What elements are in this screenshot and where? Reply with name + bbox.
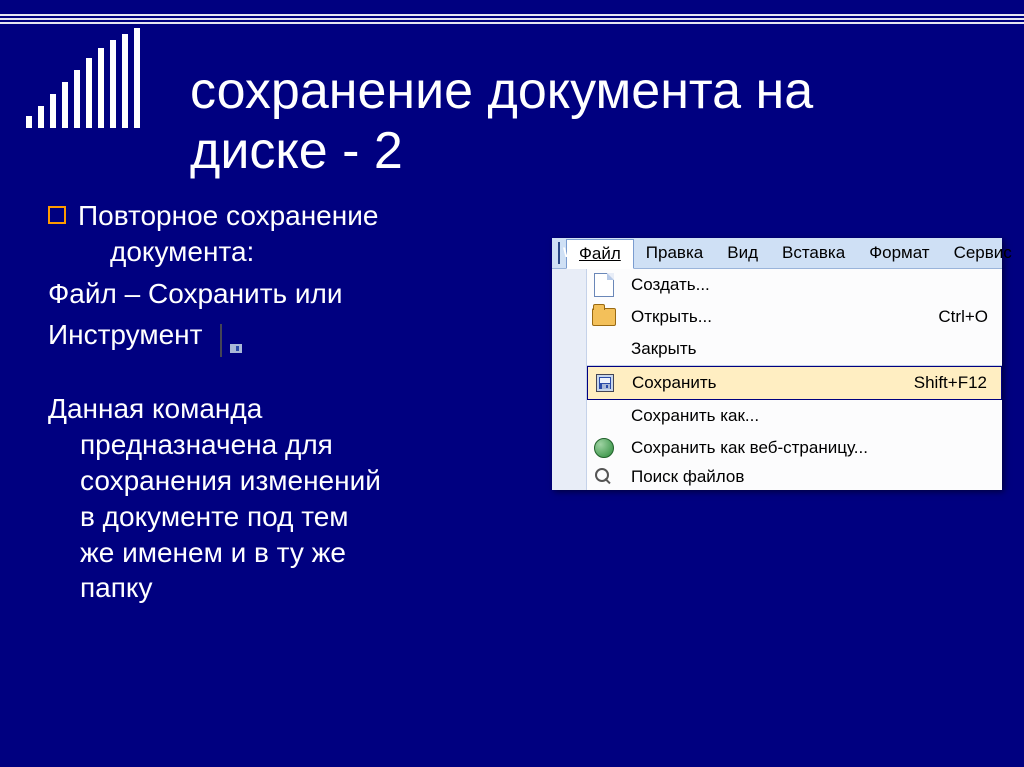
menu-item-open[interactable]: Открыть... Ctrl+O [587, 301, 1002, 333]
slide-body: Повторное сохранение документа: Файл – С… [48, 198, 538, 606]
menu-item-save-as[interactable]: Сохранить как... [587, 400, 1002, 432]
menubar-item-insert[interactable]: Вставка [770, 239, 857, 267]
paragraph-2-line-4: в документе под тем [48, 499, 538, 535]
menu-close-label: Закрыть [621, 339, 1002, 359]
menubar: Файл Правка Вид Вставка Формат Сервис [552, 238, 1002, 269]
globe-icon [594, 438, 614, 458]
menu-save-shortcut: Shift+F12 [914, 373, 1001, 393]
menu-create-label: Создать... [621, 275, 1002, 295]
menubar-view-label: Вид [727, 243, 758, 262]
menu-item-save-as-web[interactable]: Сохранить как веб-страницу... [587, 432, 1002, 464]
bullet-marker-icon [48, 206, 66, 224]
text-file-save: Файл – Сохранить или [48, 276, 538, 312]
paragraph-2-line-3: сохранения изменений [48, 463, 538, 499]
search-icon [595, 468, 613, 486]
decorative-corner-bars [26, 28, 144, 128]
bullet-item-1: Повторное сохранение документа: [48, 198, 538, 270]
menu-save-label: Сохранить [622, 373, 914, 393]
menubar-file-label: Файл [579, 244, 621, 263]
folder-open-icon [592, 308, 616, 326]
menu-item-save[interactable]: Сохранить Shift+F12 [587, 366, 1002, 400]
menu-item-search-files[interactable]: Поиск файлов [587, 464, 1002, 490]
paragraph-2-line-2: предназначена для [48, 427, 538, 463]
new-file-icon [594, 273, 614, 297]
save-icon [596, 374, 614, 392]
file-menu-dropdown: Создать... Открыть... Ctrl+O Закрыть [552, 269, 1002, 490]
menu-item-close[interactable]: Закрыть [587, 333, 1002, 365]
paragraph-2-line-6: папку [48, 570, 538, 606]
menubar-format-label: Формат [869, 243, 929, 262]
menu-open-label: Открыть... [621, 307, 938, 327]
bullet-1-line-1: Повторное сохранение [78, 198, 538, 234]
bullet-1-line-2: документа: [78, 234, 538, 270]
menu-open-shortcut: Ctrl+O [938, 307, 1002, 327]
decorative-stripes [0, 14, 1024, 24]
menubar-insert-label: Вставка [782, 243, 845, 262]
menu-item-create[interactable]: Создать... [587, 269, 1002, 301]
menubar-item-format[interactable]: Формат [857, 239, 941, 267]
save-icon [220, 323, 222, 359]
title-line-1: сохранение документа на [190, 62, 990, 122]
paragraph-2-line-5: же именем и в ту же [48, 535, 538, 571]
menu-search-files-label: Поиск файлов [621, 467, 1002, 487]
title-line-2: диске - 2 [190, 122, 990, 182]
menubar-item-view[interactable]: Вид [715, 239, 770, 267]
menubar-item-edit[interactable]: Правка [634, 239, 715, 267]
menubar-edit-label: Правка [646, 243, 703, 262]
paragraph-2-line-1: Данная команда [48, 391, 538, 427]
word-app-icon [558, 242, 560, 264]
slide-title: сохранение документа на диске - 2 [190, 62, 990, 182]
menu-save-as-label: Сохранить как... [621, 406, 1002, 426]
text-instrument-row: Инструмент [48, 317, 538, 359]
menu-save-as-web-label: Сохранить как веб-страницу... [621, 438, 1002, 458]
menubar-item-service[interactable]: Сервис [942, 239, 1024, 267]
text-instrument: Инструмент [48, 319, 202, 350]
word-file-menu-screenshot: Файл Правка Вид Вставка Формат Сервис [552, 238, 1002, 490]
menubar-service-label: Сервис [954, 243, 1012, 262]
